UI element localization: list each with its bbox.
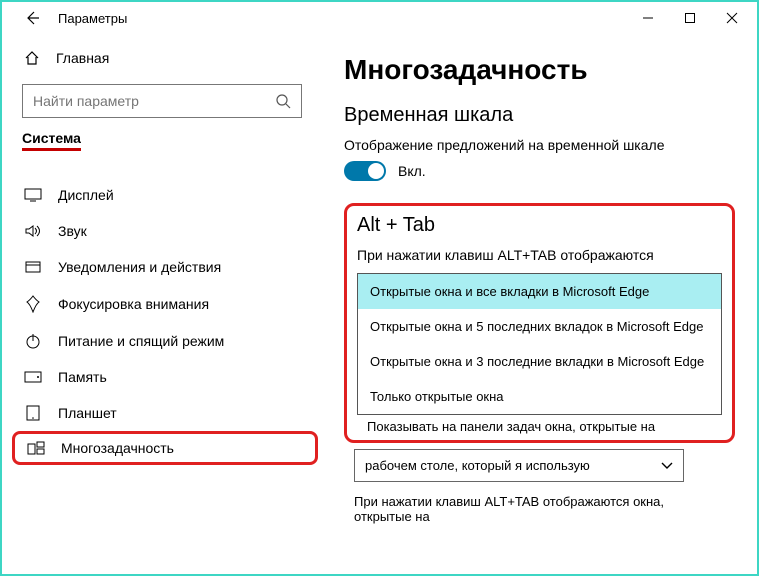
nav-notifications[interactable]: Уведомления и действия xyxy=(2,249,322,285)
timeline-heading: Временная шкала xyxy=(344,104,735,127)
minimize-button[interactable] xyxy=(627,3,669,33)
maximize-button[interactable] xyxy=(669,3,711,33)
nav-tablet[interactable]: Планшет xyxy=(2,395,322,431)
nav-power[interactable]: Питание и спящий режим xyxy=(2,323,322,359)
home-label: Главная xyxy=(56,50,109,66)
timeline-toggle[interactable] xyxy=(344,161,386,181)
display-icon xyxy=(24,188,42,202)
nav-storage[interactable]: Память xyxy=(2,359,322,395)
sidebar: Главная Система Дисплей Звук xyxy=(2,34,322,574)
section-label: Система xyxy=(22,130,81,151)
dropdown-option[interactable]: Открытые окна и все вкладки в Microsoft … xyxy=(358,274,721,309)
nav-label: Многозадачность xyxy=(61,440,174,456)
search-field[interactable] xyxy=(33,93,275,109)
storage-icon xyxy=(24,371,42,383)
power-icon xyxy=(24,333,42,349)
nav-label: Питание и спящий режим xyxy=(58,333,224,349)
alttab-heading: Alt + Tab xyxy=(357,214,722,237)
sound-icon xyxy=(24,224,42,238)
taskbar-select-value: рабочем столе, который я использую xyxy=(365,458,590,473)
titlebar: Параметры xyxy=(2,2,757,34)
nav-label: Фокусировка внимания xyxy=(58,296,209,312)
back-icon[interactable] xyxy=(24,10,40,26)
dropdown-option[interactable]: Открытые окна и 3 последние вкладки в Mi… xyxy=(358,344,721,379)
nav-list: Дисплей Звук Уведомления и действия Фоку… xyxy=(2,177,322,465)
search-input[interactable] xyxy=(22,84,302,118)
timeline-desc: Отображение предложений на временной шка… xyxy=(344,137,735,153)
close-button[interactable] xyxy=(711,3,753,33)
taskbar-desc: Показывать на панели задач окна, открыты… xyxy=(357,419,722,434)
nav-label: Память xyxy=(58,369,107,385)
nav-sound[interactable]: Звук xyxy=(2,213,322,249)
taskbar-select[interactable]: рабочем столе, который я использую xyxy=(354,449,684,482)
nav-focus[interactable]: Фокусировка внимания xyxy=(2,285,322,323)
nav-label: Звук xyxy=(58,223,87,239)
timeline-toggle-row: Вкл. xyxy=(344,161,735,181)
nav-label: Уведомления и действия xyxy=(58,259,221,275)
dropdown-option[interactable]: Открытые окна и 5 последних вкладок в Mi… xyxy=(358,309,721,344)
notifications-icon xyxy=(24,260,42,274)
page-title: Многозадачность xyxy=(344,54,735,86)
home-icon xyxy=(24,50,40,66)
nav-label: Планшет xyxy=(58,405,117,421)
window-title: Параметры xyxy=(58,11,127,26)
alttab-desc: При нажатии клавиш ALT+TAB отображаются xyxy=(357,247,722,263)
search-icon xyxy=(275,93,291,109)
dropdown-option[interactable]: Только открытые окна xyxy=(358,379,721,414)
main-panel: Многозадачность Временная шкала Отображе… xyxy=(322,34,757,574)
tablet-icon xyxy=(24,405,42,421)
nav-label: Дисплей xyxy=(58,187,114,203)
toggle-label: Вкл. xyxy=(398,163,426,179)
home-nav[interactable]: Главная xyxy=(2,42,322,74)
alttab-desc2: При нажатии клавиш ALT+TAB отображаются … xyxy=(344,494,735,524)
alttab-dropdown[interactable]: Открытые окна и все вкладки в Microsoft … xyxy=(357,273,722,415)
nav-display[interactable]: Дисплей xyxy=(2,177,322,213)
alttab-section: Alt + Tab При нажатии клавиш ALT+TAB ото… xyxy=(344,203,735,443)
multitasking-icon xyxy=(27,441,45,455)
nav-multitasking[interactable]: Многозадачность xyxy=(12,431,318,465)
chevron-down-icon xyxy=(661,462,673,470)
focus-icon xyxy=(24,295,42,313)
